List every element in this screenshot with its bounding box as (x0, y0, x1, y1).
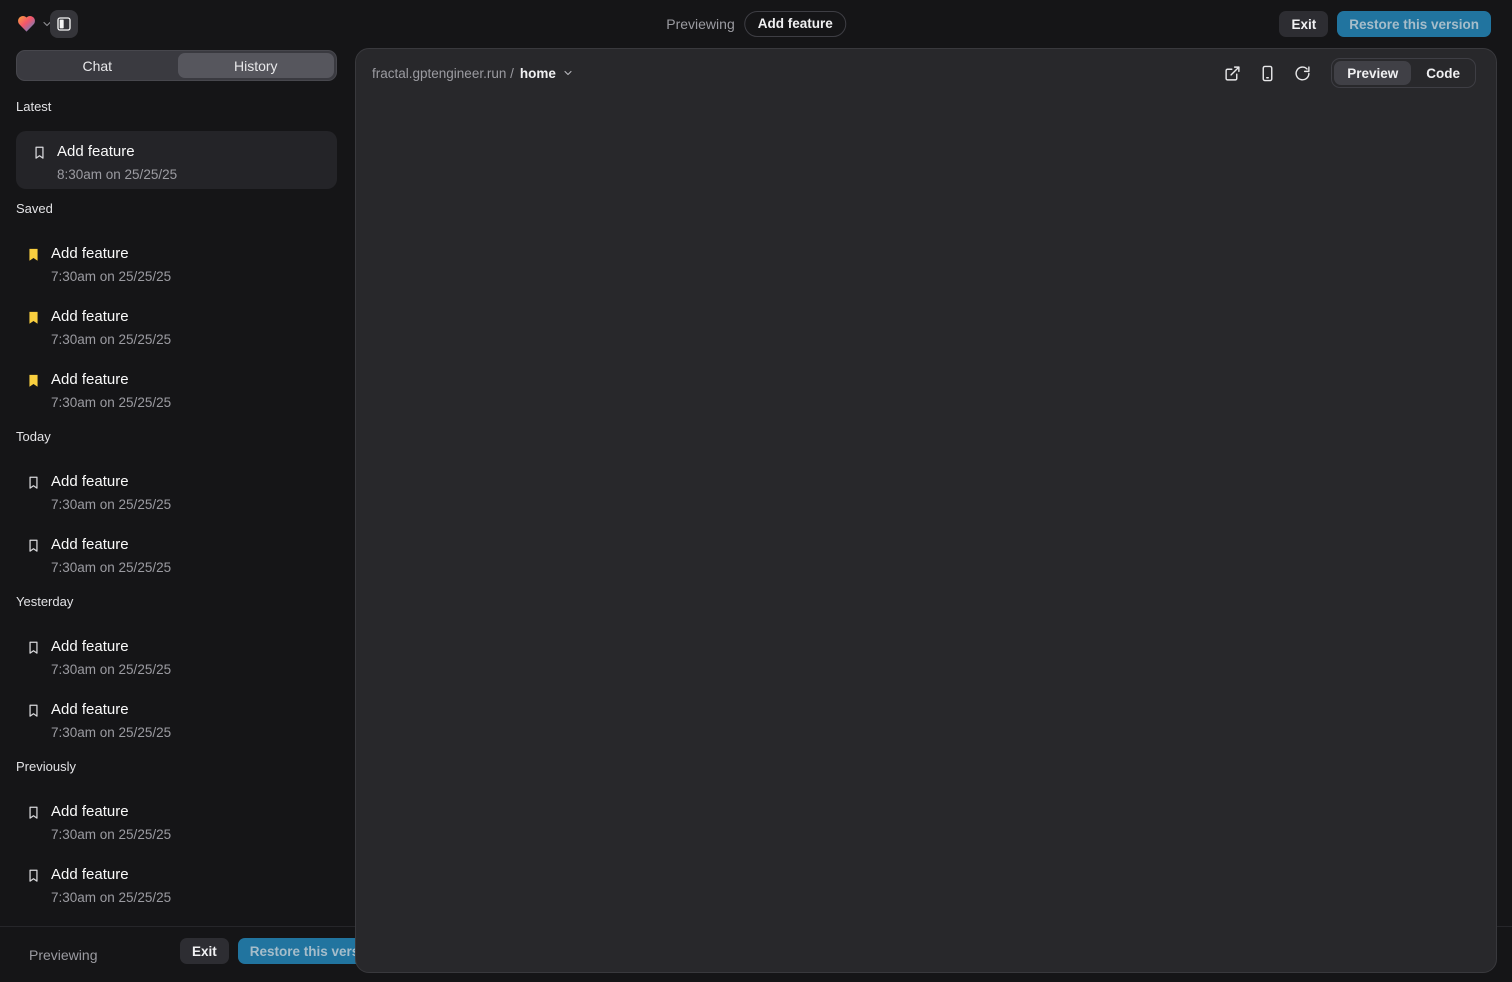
history-item[interactable]: Add feature7:30am on 25/25/25 (16, 461, 337, 519)
history-item-title: Add feature (51, 369, 129, 391)
history-item[interactable]: Add feature8:30am on 25/25/25 (16, 131, 337, 189)
history-section-label: Latest (16, 99, 337, 115)
history-item-title: Add feature (51, 471, 129, 493)
history-item-title: Add feature (51, 801, 129, 823)
history-item-timestamp: 7:30am on 25/25/25 (51, 493, 337, 517)
bookmark-filled-icon (26, 373, 41, 388)
history-item-timestamp: 7:30am on 25/25/25 (51, 823, 337, 847)
history-item-row: Add feature (26, 801, 337, 823)
history-item[interactable]: Add feature7:30am on 25/25/25 (16, 233, 337, 291)
bookmark-outline-icon (26, 703, 41, 718)
history-item-timestamp: 7:30am on 25/25/25 (51, 328, 337, 352)
sidebar-tab-bar: Chat History (16, 50, 337, 81)
open-in-new-tab-button[interactable] (1218, 59, 1246, 87)
bookmark-outline-icon (26, 475, 41, 490)
history-item-row: Add feature (26, 534, 337, 556)
mobile-view-button[interactable] (1253, 59, 1281, 87)
history-item-timestamp: 8:30am on 25/25/25 (57, 163, 321, 187)
history-item[interactable]: Add feature7:30am on 25/25/25 (16, 296, 337, 354)
history-section-label: Yesterday (16, 594, 337, 610)
history-item-timestamp: 7:30am on 25/25/25 (51, 391, 337, 415)
history-item-row: Add feature (26, 243, 337, 265)
previewing-indicator: Previewing Add feature (666, 0, 846, 48)
refresh-icon (1294, 65, 1311, 82)
history-item-row: Add feature (26, 699, 337, 721)
bookmark-outline-icon (26, 640, 41, 655)
refresh-button[interactable] (1288, 59, 1316, 87)
history-section-label: Previously (16, 759, 337, 775)
history-item-timestamp: 7:30am on 25/25/25 (51, 265, 337, 289)
top-bar-actions: Exit Restore this version (1279, 11, 1491, 37)
history-item-title: Add feature (51, 534, 129, 556)
history-list: LatestAdd feature8:30am on 25/25/25Saved… (16, 99, 337, 925)
smartphone-icon (1259, 65, 1276, 82)
history-item-row: Add feature (26, 306, 337, 328)
history-item[interactable]: Add feature7:30am on 25/25/25 (16, 791, 337, 849)
history-item[interactable]: Add feature7:30am on 25/25/25 (16, 689, 337, 747)
bookmark-outline-icon (26, 868, 41, 883)
history-item-row: Add feature (26, 636, 337, 658)
tab-chat[interactable]: Chat (19, 53, 176, 78)
history-item-title: Add feature (51, 243, 129, 265)
sidebar-toggle-button[interactable] (50, 10, 78, 38)
version-badge: Add feature (745, 11, 846, 37)
top-bar: Previewing Add feature Exit Restore this… (0, 0, 1512, 48)
history-sidebar: Chat History LatestAdd feature8:30am on … (16, 50, 337, 974)
bookmark-filled-icon (26, 310, 41, 325)
history-item-timestamp: 7:30am on 25/25/25 (51, 556, 337, 580)
app-logo-menu[interactable] (16, 13, 53, 34)
history-item-title: Add feature (51, 636, 129, 658)
history-item[interactable]: Add feature7:30am on 25/25/25 (16, 854, 337, 912)
history-item-title: Add feature (57, 141, 135, 163)
tab-code[interactable]: Code (1413, 61, 1473, 85)
preview-panel: fractal.gptengineer.run / home (355, 48, 1497, 973)
panel-left-icon (56, 16, 72, 32)
history-item[interactable]: Add feature7:30am on 25/25/25 (16, 524, 337, 582)
history-item-row: Add feature (26, 471, 337, 493)
footer-previewing-label: Previewing (29, 947, 97, 963)
history-item-row: Add feature (26, 864, 337, 886)
history-section-label: Today (16, 429, 337, 445)
history-item-title: Add feature (51, 699, 129, 721)
external-link-icon (1224, 65, 1241, 82)
history-item-timestamp: 7:30am on 25/25/25 (51, 658, 337, 682)
bookmark-filled-icon (26, 247, 41, 262)
history-item-title: Add feature (51, 306, 129, 328)
preview-header-actions: Preview Code (1218, 49, 1476, 97)
history-item-row: Add feature (32, 141, 321, 163)
bookmark-outline-icon (32, 145, 47, 160)
preview-url-selector[interactable]: fractal.gptengineer.run / home (372, 49, 574, 97)
history-item-row: Add feature (26, 369, 337, 391)
history-item-title: Add feature (51, 864, 129, 886)
restore-version-button[interactable]: Restore this version (1337, 11, 1491, 37)
history-section-label: Saved (16, 201, 337, 217)
preview-viewport[interactable] (356, 97, 1496, 972)
history-item-timestamp: 7:30am on 25/25/25 (51, 721, 337, 745)
footer-exit-button[interactable]: Exit (180, 938, 229, 964)
tab-history[interactable]: History (178, 53, 335, 78)
bookmark-outline-icon (26, 538, 41, 553)
previewing-label: Previewing (666, 16, 734, 32)
preview-url-page: home (520, 66, 556, 81)
history-item[interactable]: Add feature7:30am on 25/25/25 (16, 359, 337, 417)
view-mode-switch: Preview Code (1331, 58, 1476, 88)
exit-button[interactable]: Exit (1279, 11, 1328, 37)
preview-url-host: fractal.gptengineer.run / (372, 66, 514, 81)
app-window: Previewing Add feature Exit Restore this… (0, 0, 1512, 982)
history-item-timestamp: 7:30am on 25/25/25 (51, 886, 337, 910)
history-item[interactable]: Add feature7:30am on 25/25/25 (16, 626, 337, 684)
chevron-down-icon (562, 67, 574, 79)
bookmark-outline-icon (26, 805, 41, 820)
tab-preview[interactable]: Preview (1334, 61, 1411, 85)
heart-logo-icon (16, 13, 37, 34)
preview-header: fractal.gptengineer.run / home (356, 49, 1496, 97)
